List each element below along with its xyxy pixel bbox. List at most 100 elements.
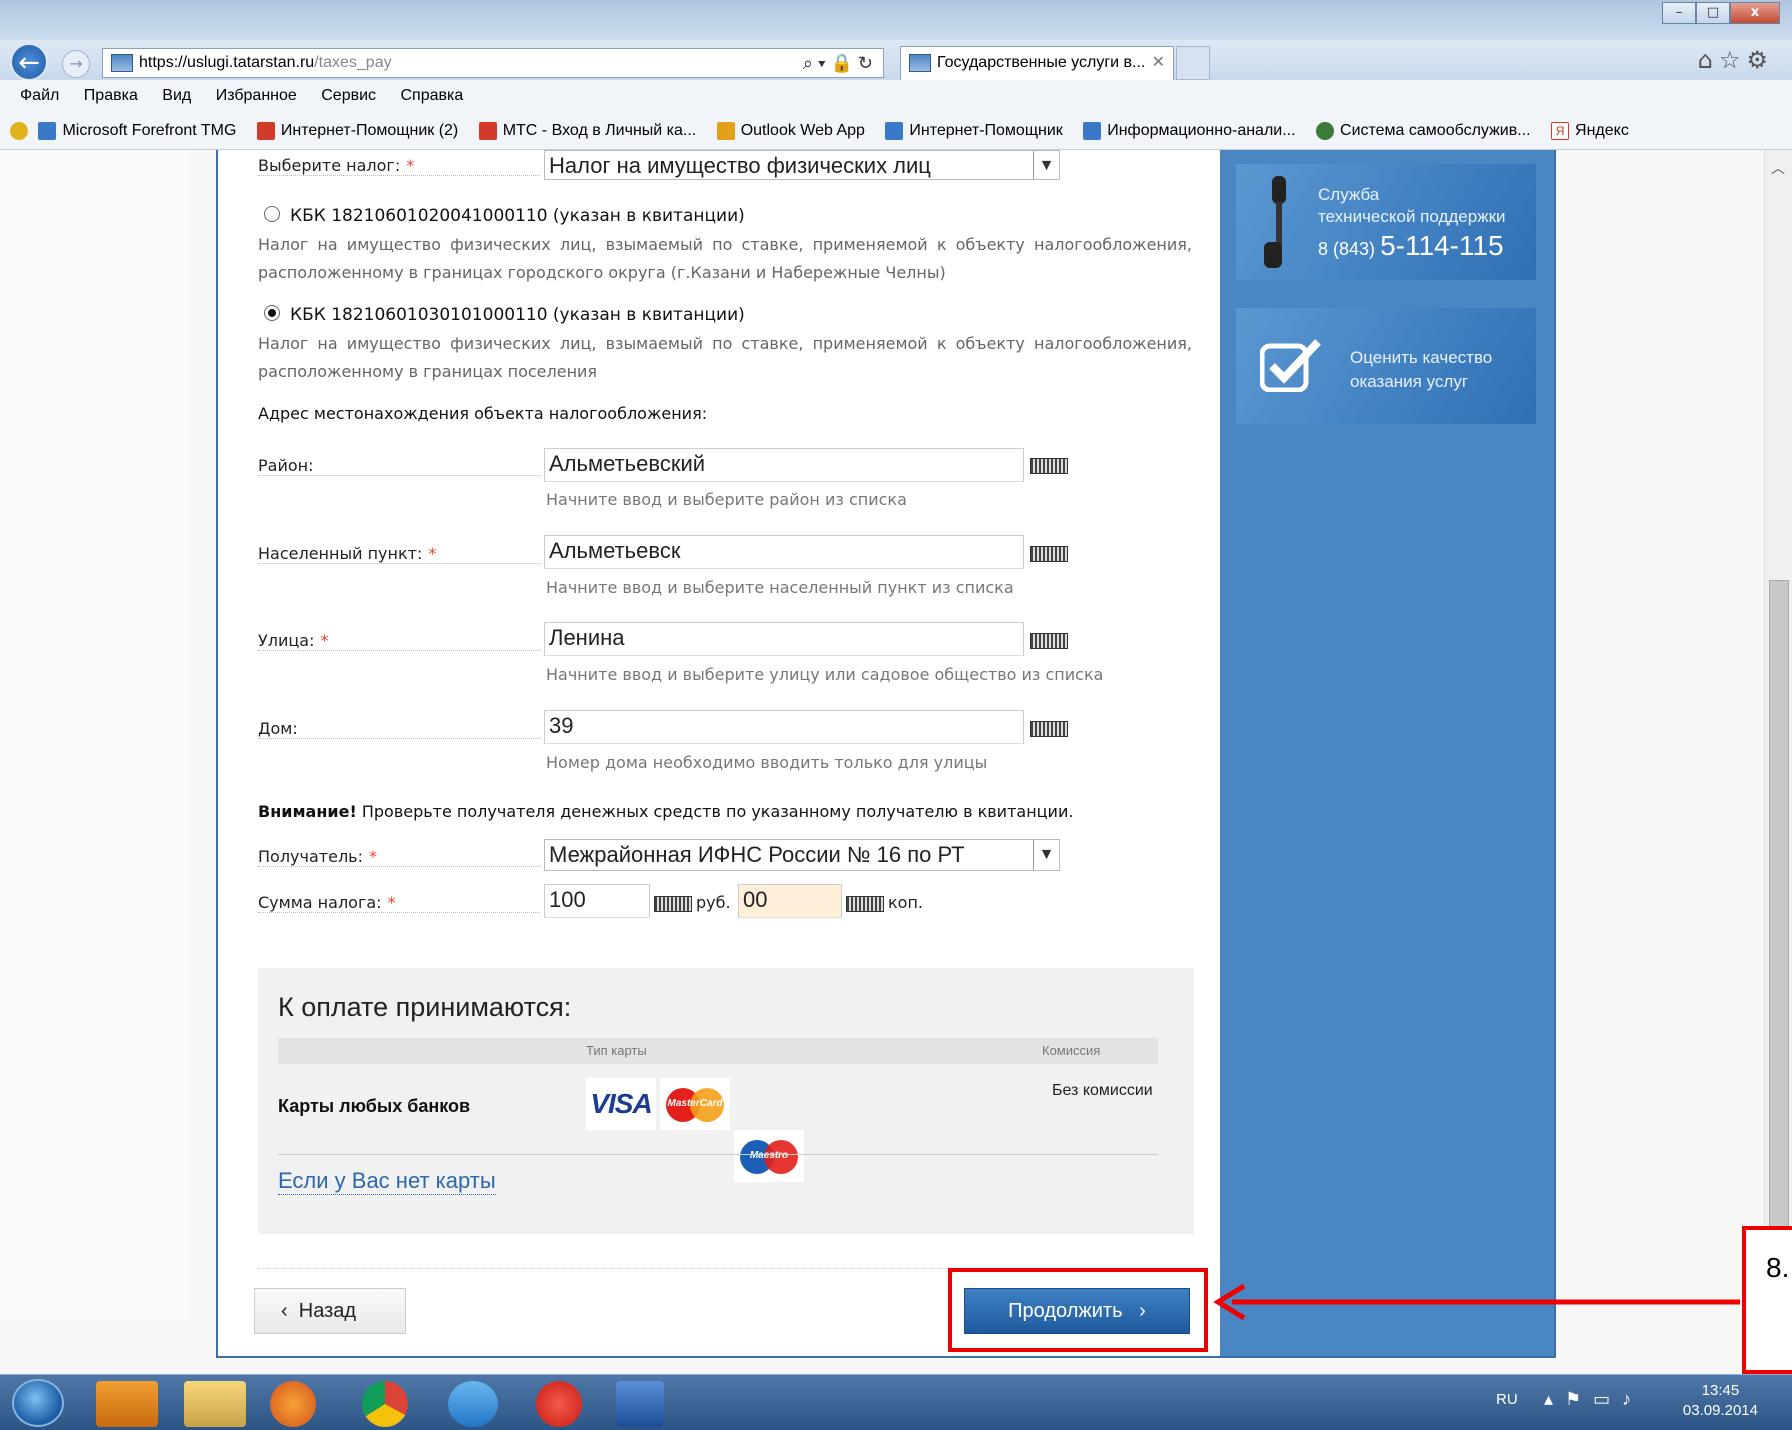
keyboard-icon[interactable]: [1030, 546, 1068, 562]
house-input[interactable]: 39: [544, 710, 1024, 744]
recipient-select[interactable]: Межрайонная ИФНС России № 16 по РТ ▼: [544, 839, 1060, 871]
address-bar[interactable]: https://uslugi.tatarstan.ru/taxes_pay ⌕ …: [102, 48, 884, 78]
step-callout: 8.: [1742, 1226, 1792, 1374]
rate-quality-text: Оценить качество оказания услуг: [1350, 348, 1493, 391]
tray-icons[interactable]: ▴⚑▭♪: [1544, 1389, 1643, 1410]
menu-edit[interactable]: Правка: [84, 87, 138, 104]
back-arrow-icon[interactable]: ←: [10, 43, 48, 81]
street-label: Улица: *: [258, 631, 540, 651]
keyboard-icon[interactable]: [1030, 721, 1068, 737]
district-label: Район:: [258, 456, 540, 476]
fav-item[interactable]: Я Яндекс: [1551, 121, 1629, 140]
support-banner[interactable]: Служба технической поддержки 8 (843) 5-11…: [1236, 164, 1536, 280]
fav-item[interactable]: Outlook Web App: [716, 121, 865, 140]
browser-tab[interactable]: Государственные услуги в... ✕: [900, 46, 1174, 80]
menu-help[interactable]: Справка: [401, 87, 464, 104]
yandex-browser-icon[interactable]: [536, 1381, 582, 1427]
window-controls: – □ x: [1662, 2, 1780, 24]
outlook-icon: [716, 121, 735, 140]
rate-quality-banner[interactable]: Оценить качество оказания услуг: [1236, 308, 1536, 424]
search-lock-refresh-icons[interactable]: ⌕ ▾ 🔒 ↻: [803, 49, 873, 77]
menu-favorites[interactable]: Избранное: [216, 87, 297, 104]
menu-tools[interactable]: Сервис: [321, 87, 376, 104]
tab-favicon-icon: [909, 54, 931, 72]
keyboard-icon[interactable]: [1030, 458, 1068, 474]
payment-heading: К оплате принимаются:: [278, 992, 572, 1022]
kbk2-description: Налог на имущество физических лиц, взыма…: [258, 334, 1192, 381]
keyboard-icon[interactable]: [654, 896, 692, 912]
tax-select[interactable]: Налог на имущество физических лиц ▼: [544, 150, 1060, 180]
menu-file[interactable]: Файл: [20, 87, 59, 104]
fav-item[interactable]: Информационно-анали...: [1083, 121, 1296, 140]
recipient-label: Получатель: *: [258, 847, 540, 867]
payment-box: К оплате принимаются: Тип карты Комиссия…: [258, 968, 1194, 1234]
street-hint: Начните ввод и выберите улицу или садово…: [546, 665, 1104, 684]
word-icon[interactable]: [616, 1381, 664, 1427]
chevron-down-icon: ▼: [1033, 840, 1059, 870]
page-scrollbar[interactable]: ︿: [1764, 150, 1792, 1380]
kop-unit: коп.: [888, 893, 923, 912]
windows-start-icon[interactable]: [12, 1379, 64, 1427]
language-indicator[interactable]: RU: [1496, 1391, 1518, 1408]
page-left-margin: [0, 150, 188, 1322]
new-tab-button[interactable]: [1176, 46, 1210, 80]
house-hint: Номер дома необходимо вводить только для…: [546, 753, 988, 772]
payment-divider: [278, 1154, 1158, 1155]
globe-icon: [1316, 121, 1335, 140]
no-card-link[interactable]: Если у Вас нет карты: [278, 1168, 496, 1195]
kbk1-description: Налог на имущество физических лиц, взыма…: [258, 235, 1192, 282]
ie-icon: [1083, 121, 1102, 140]
chrome-icon[interactable]: [362, 1381, 408, 1427]
fav-item[interactable]: МТС - Вход в Личный ка...: [478, 121, 696, 140]
internet-explorer-icon[interactable]: [448, 1381, 498, 1427]
sum-kop-input[interactable]: 00: [738, 884, 842, 918]
menu-view[interactable]: Вид: [162, 87, 191, 104]
fav-item[interactable]: Microsoft Forefront TMG: [38, 121, 236, 140]
keyboard-icon[interactable]: [1030, 633, 1068, 649]
home-star-gear-icons[interactable]: ⌂☆⚙: [1698, 46, 1774, 74]
favorites-bar: Microsoft Forefront TMG Интернет-Помощни…: [0, 112, 1792, 150]
support-phone: 8 (843) 5-114-115: [1318, 230, 1504, 261]
tab-close-icon[interactable]: ✕: [1152, 47, 1165, 79]
mastercard-logo: MasterCard: [660, 1078, 730, 1130]
ie-icon: [38, 121, 57, 140]
street-input[interactable]: Ленина: [544, 622, 1024, 656]
fav-item[interactable]: Интернет-Помощник: [885, 121, 1063, 140]
menu-bar: Файл Правка Вид Избранное Сервис Справка: [0, 80, 1792, 112]
phone-icon: [1264, 176, 1286, 268]
tax-label: Выберите налог: *: [258, 156, 540, 176]
kbk2-radio[interactable]: [264, 305, 280, 321]
fav-item[interactable]: Система самообслужив...: [1316, 121, 1531, 140]
favorites-star-icon[interactable]: [10, 121, 28, 140]
back-button[interactable]: ‹ Назад: [254, 1288, 406, 1334]
forward-arrow-icon[interactable]: →: [62, 50, 90, 78]
kbk1-radio[interactable]: [264, 206, 280, 222]
annotation-arrow-icon: [1213, 1283, 1740, 1321]
sum-label: Сумма налога: *: [258, 893, 540, 913]
district-hint: Начните ввод и выберите район из списка: [546, 490, 907, 509]
sum-rub-input[interactable]: 100: [544, 884, 650, 918]
site-favicon-icon: [111, 54, 133, 72]
support-title: Служба технической поддержки: [1318, 185, 1506, 226]
keyboard-icon[interactable]: [846, 896, 884, 912]
yandex-icon: Я: [1551, 121, 1570, 140]
fav-item[interactable]: Интернет-Помощник (2): [256, 121, 458, 140]
kbk1-title: КБК 18210601020041000110 (указан в квита…: [290, 206, 745, 226]
explorer-folder-icon[interactable]: [184, 1381, 246, 1427]
system-tray: RU ▴⚑▭♪ 13:45 03.09.2014: [1492, 1375, 1792, 1430]
visa-logo: VISA: [586, 1078, 656, 1130]
col-commission: Комиссия: [1042, 1043, 1101, 1058]
close-window-button[interactable]: x: [1730, 2, 1780, 24]
chevron-up-icon[interactable]: ︿: [1771, 158, 1785, 178]
house-label: Дом:: [258, 719, 540, 739]
firefox-icon[interactable]: [270, 1381, 316, 1427]
district-input[interactable]: Альметьевский: [544, 448, 1024, 482]
minimize-button[interactable]: –: [1662, 2, 1696, 24]
kbk2-title: КБК 18210601030101000110 (указан в квита…: [290, 305, 745, 325]
clock[interactable]: 13:45 03.09.2014: [1683, 1381, 1758, 1421]
outlook-taskbar-icon[interactable]: [96, 1381, 158, 1427]
tab-title: Государственные услуги в...: [937, 54, 1146, 71]
maximize-button[interactable]: □: [1696, 2, 1730, 24]
locality-input[interactable]: Альметьевск: [544, 535, 1024, 569]
address-host: https://uslugi.tatarstan.ru: [139, 54, 315, 71]
